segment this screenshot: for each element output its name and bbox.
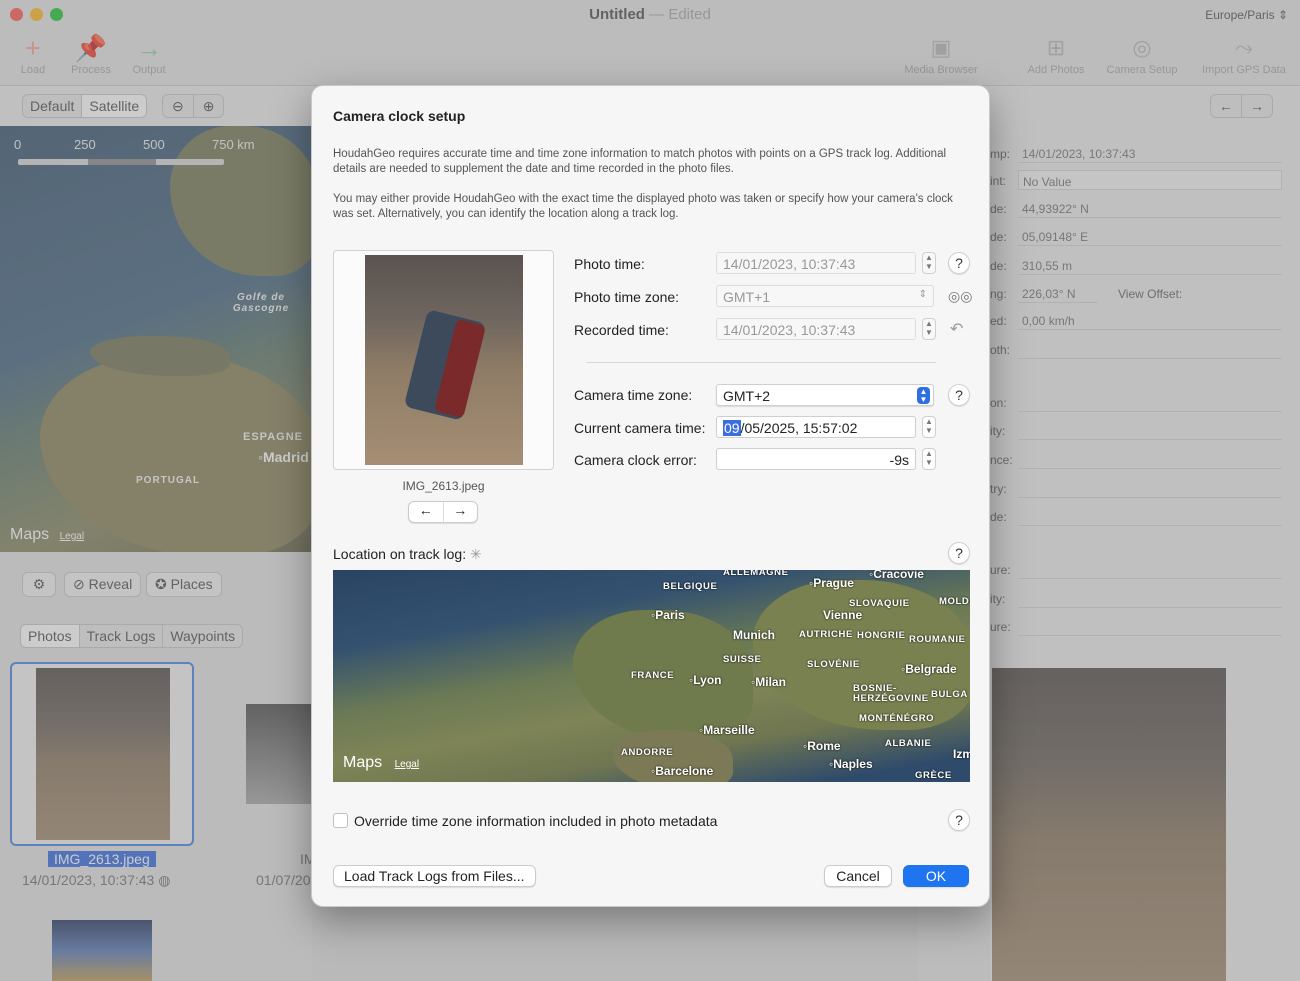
dialog-options-text: You may either provide HoudahGeo with th… [333, 193, 953, 220]
city-label: Munich [733, 628, 775, 642]
country-label: ANDORRE [621, 747, 674, 758]
city-label: ◦Rome [803, 739, 841, 753]
city-label: ◦Milan [751, 675, 786, 689]
photo-preview-image [365, 255, 523, 465]
revert-icon: ↶ [950, 321, 964, 338]
country-label: GRÈCE [915, 770, 952, 781]
country-label: SLOVÉNIE [807, 659, 860, 670]
city-label: ◦Prague [809, 576, 854, 590]
current-time-stepper[interactable]: ▲ ▼ [922, 416, 936, 438]
country-label: ALLEMAGNE [723, 570, 789, 578]
camera-tz-popup[interactable]: GMT+2 ▲ ▼ [716, 384, 934, 406]
city-label: ◦Cracovie [869, 570, 924, 581]
clock-error-field[interactable]: -9s [716, 448, 916, 470]
recorded-time-label: Recorded time: [574, 322, 669, 338]
help-location-button[interactable]: ? [948, 542, 970, 564]
help-camera-tz-button[interactable]: ? [948, 384, 970, 406]
city-label: ◦Marseille [699, 723, 755, 737]
camera-tz-label: Camera time zone: [574, 387, 693, 403]
dialog-title: Camera clock setup [333, 108, 466, 124]
city-label: ◦Paris [651, 608, 685, 622]
country-label: FRANCE [631, 670, 675, 681]
city-label: ◦Belgrade [901, 662, 957, 676]
location-track-label: Location on track log: ✳ [333, 546, 482, 562]
photo-tz-label: Photo time zone: [574, 289, 680, 305]
country-label: ALBANIE [885, 738, 932, 749]
city-label: Vienne [823, 608, 863, 622]
country-label: HONGRIE [857, 630, 906, 641]
clock-error-label: Camera clock error: [574, 452, 697, 468]
country-label: MONTÉNÉGRO [859, 713, 935, 724]
city-label: Izm [953, 747, 970, 761]
help-photo-time-button[interactable]: ? [948, 252, 970, 274]
popup-chevron-icon: ▲ ▼ [917, 387, 930, 404]
photo-time-stepper: ▲ ▼ [922, 252, 936, 274]
photo-preview-box [333, 250, 554, 470]
load-track-logs-button[interactable]: Load Track Logs from Files... [333, 865, 536, 887]
clock-error-stepper[interactable]: ▲ ▼ [922, 448, 936, 470]
apple-maps-logo: Maps Legal [343, 754, 420, 771]
override-tz-label: Override time zone information included … [354, 813, 718, 829]
ok-button[interactable]: OK [903, 865, 969, 887]
timezone-link-icon: ◎◎ [948, 288, 973, 304]
country-label: MOLDA [939, 596, 970, 607]
photo-time-label: Photo time: [574, 256, 645, 272]
selected-day-segment: 09 [723, 420, 741, 436]
override-tz-checkbox[interactable] [333, 813, 348, 828]
houdahgeo-window: Untitled — Edited Europe/Paris ⇕ + Load … [0, 0, 1300, 981]
current-camera-time-label: Current camera time: [574, 420, 706, 436]
photo-nav-segmented: ← → [408, 501, 478, 523]
next-arrow-icon[interactable]: → [444, 502, 478, 522]
city-label: ◦Lyon [689, 673, 722, 687]
form-divider [586, 362, 936, 363]
country-label: BELGIQUE [663, 581, 718, 592]
country-label: SUISSE [723, 654, 762, 665]
cancel-button[interactable]: Cancel [824, 865, 892, 887]
city-label: ◦Naples [829, 757, 873, 771]
preview-photo-name: IMG_2613.jpeg [402, 479, 485, 493]
camera-clock-setup-dialog: Camera clock setup HoudahGeo requires ac… [311, 85, 990, 907]
dialog-intro-text: HoudahGeo requires accurate time and tim… [333, 148, 947, 175]
recorded-time-stepper: ▲ ▼ [922, 318, 936, 340]
country-label: AUTRICHE [799, 629, 853, 640]
help-override-button[interactable]: ? [948, 809, 970, 831]
country-label: BOSNIE-HERZÉGOVINE [853, 683, 929, 704]
loading-spinner-icon: ✳ [469, 546, 482, 562]
city-label: ◦Barcelone [651, 764, 714, 778]
photo-time-field: 14/01/2023, 10:37:43 [716, 252, 916, 274]
time-rest: /05/2025, 15:57:02 [740, 420, 858, 436]
photo-tz-popup: GMT+1 ⇕ [716, 285, 934, 307]
country-label: ROUMANIE [909, 634, 966, 645]
track-log-map[interactable]: ALLEMAGNE BELGIQUE ◦Prague ◦Cracovie SLO… [333, 570, 970, 782]
country-label: BULGA [931, 689, 968, 700]
recorded-time-field: 14/01/2023, 10:37:43 [716, 318, 916, 340]
map-legal-link[interactable]: Legal [395, 759, 419, 770]
prev-arrow-icon[interactable]: ← [409, 502, 444, 522]
current-camera-time-field[interactable]: 09/05/2025, 15:57:02 [716, 416, 916, 438]
